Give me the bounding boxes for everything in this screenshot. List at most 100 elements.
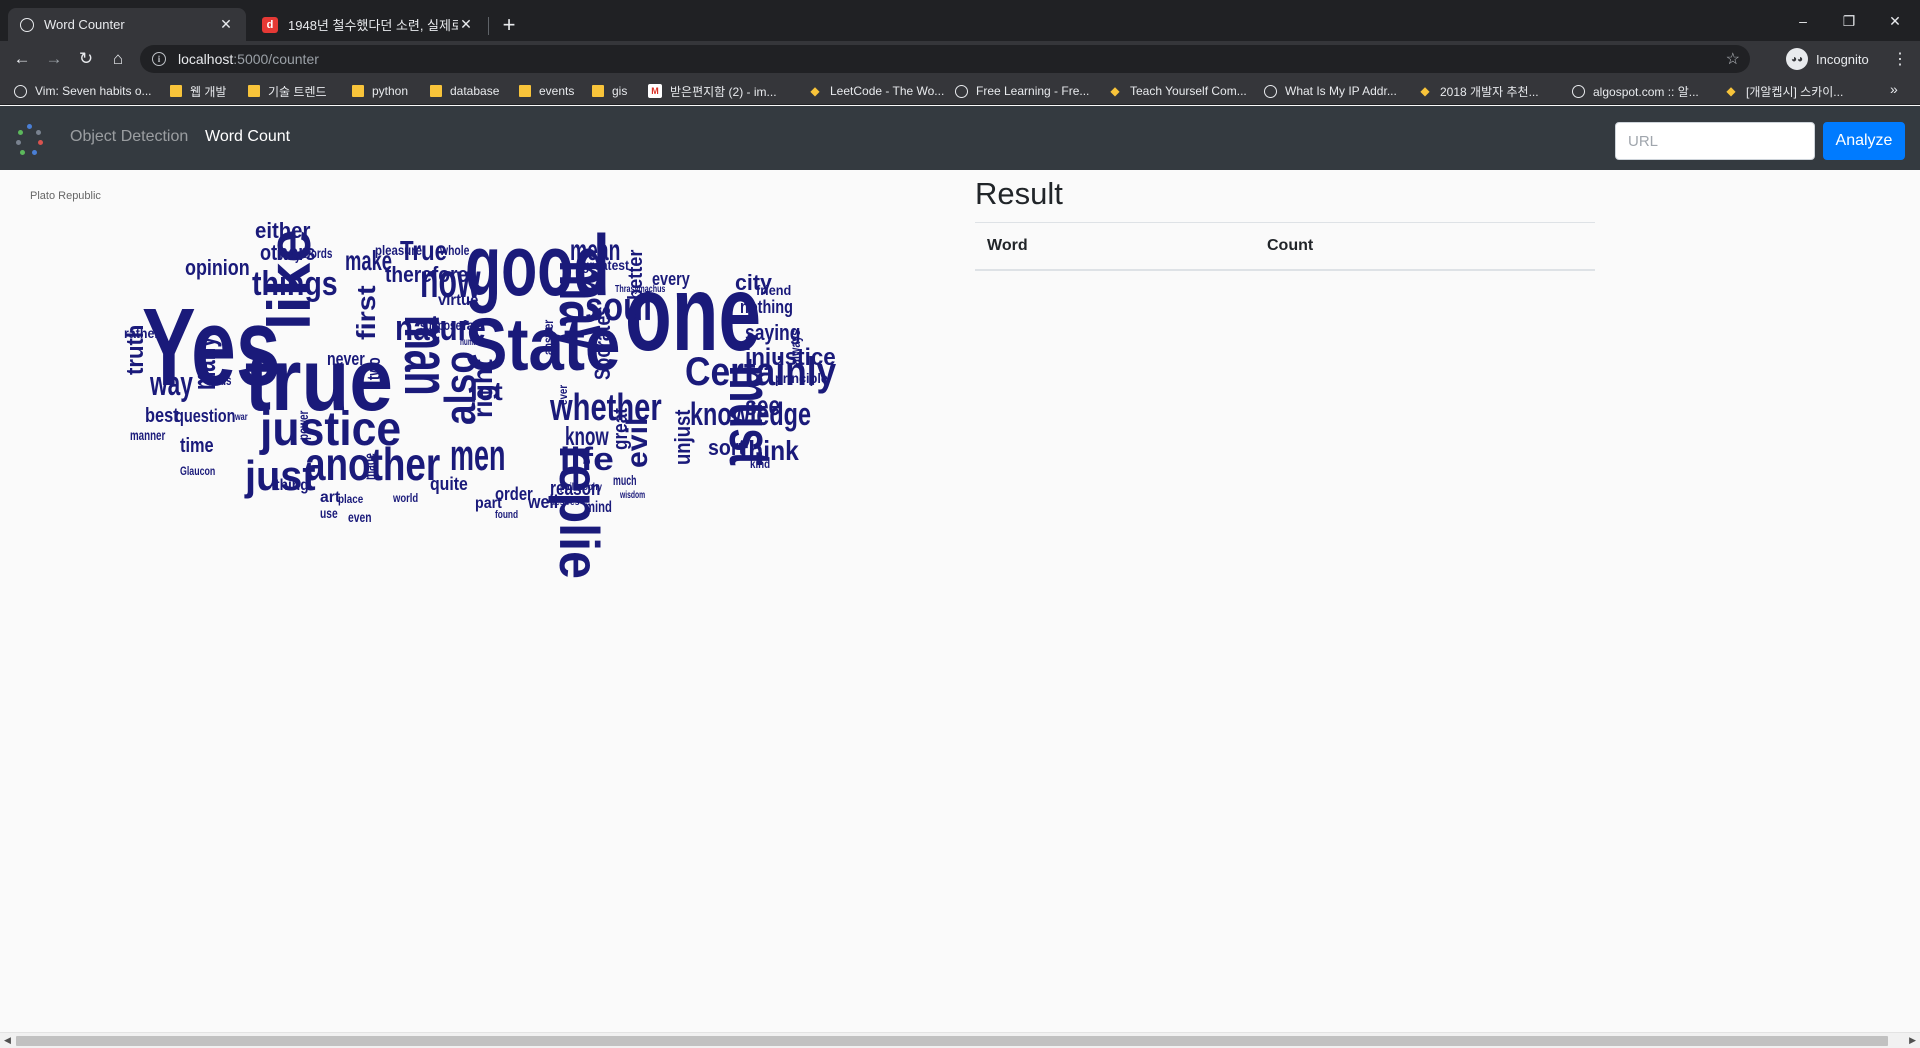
bookmark-item[interactable]: events <box>519 81 574 101</box>
bookmark-label: 웹 개발 <box>190 84 227 99</box>
tab-title: Word Counter <box>44 17 125 32</box>
scrollbar-thumb[interactable] <box>16 1036 1888 1046</box>
wordcloud-word: pleasure <box>375 242 422 258</box>
forward-arrow-icon[interactable]: → <box>40 45 68 73</box>
wordcloud-word: quite <box>430 474 468 494</box>
bookmark-label: python <box>372 84 409 98</box>
close-window-button[interactable]: ✕ <box>1872 8 1918 34</box>
globe-icon <box>955 84 968 98</box>
bookmark-item[interactable]: 기술 트렌드 <box>248 81 327 101</box>
bookmarks-overflow-icon[interactable]: » <box>1890 81 1898 97</box>
tab-title: 1948년 철수했다던 소련, 실제로 <box>288 18 458 33</box>
globe-icon <box>1264 84 1277 98</box>
wordcloud-word: therefore <box>385 262 468 287</box>
wordcloud-svg: Yesgood onetrue mayStateman mustlike nowrepl… <box>122 218 837 610</box>
bookmark-label: 기술 트렌드 <box>268 84 327 99</box>
wordcloud-word: principle <box>775 370 828 386</box>
result-table: Word Count <box>975 222 1595 271</box>
wordcloud-word: things <box>252 265 338 303</box>
wordcloud-word: gods <box>208 372 232 388</box>
new-tab-button[interactable]: + <box>496 12 522 38</box>
wordcloud-word: nothing <box>740 297 793 317</box>
site-icon: ◆ <box>810 84 820 98</box>
minimize-button[interactable]: – <box>1780 8 1826 34</box>
bookmark-item[interactable]: database <box>430 81 499 101</box>
tab-news[interactable]: d 1948년 철수했다던 소련, 실제로 ✕ <box>250 8 486 41</box>
info-icon[interactable]: i <box>152 52 166 66</box>
bookmark-item[interactable]: ◆ 2018 개발자 추천... <box>1418 81 1539 101</box>
bookmark-item[interactable]: 웹 개발 <box>170 81 226 101</box>
bookmark-item[interactable]: python <box>352 81 408 101</box>
bookmark-item[interactable]: ◆ Teach Yourself Com... <box>1108 81 1247 101</box>
site-icon: ◆ <box>1726 84 1736 98</box>
scroll-right-icon[interactable]: ▶ <box>1909 1035 1916 1046</box>
bookmark-item[interactable]: Vim: Seven habits o... <box>14 81 152 101</box>
url-input[interactable] <box>1615 122 1815 160</box>
close-icon[interactable]: ✕ <box>218 16 234 33</box>
bookmark-item[interactable]: ◆ LeetCode - The Wo... <box>808 81 944 101</box>
bookmark-label: What Is My IP Addr... <box>1285 84 1397 98</box>
result-title: Result <box>975 176 1063 211</box>
bookmark-item[interactable]: M 받은편지함 (2) - im... <box>648 81 777 101</box>
wordcloud-word: power <box>295 410 311 440</box>
bookmark-label: gis <box>612 84 628 98</box>
bookmark-item[interactable]: Free Learning - Fre... <box>955 81 1089 101</box>
brand-logo-icon[interactable] <box>14 124 46 156</box>
nav-object-detection[interactable]: Object Detection <box>70 128 188 146</box>
bookmark-label: Teach Yourself Com... <box>1130 84 1247 98</box>
wordcloud-word: manner <box>130 427 166 443</box>
bookmark-item[interactable]: ◆ [개알켑시] 스카이... <box>1724 81 1843 101</box>
globe-icon <box>20 17 34 32</box>
address-bar[interactable]: i localhost:5000/counter ☆ <box>140 45 1750 73</box>
wordcloud-word: always <box>787 330 803 365</box>
wordcloud-word: two <box>364 357 384 380</box>
wordcloud-word: great <box>610 408 632 450</box>
bookmark-item[interactable]: What Is My IP Addr... <box>1264 81 1397 101</box>
bookmark-star-icon[interactable]: ☆ <box>1726 49 1740 69</box>
bookmark-label: Vim: Seven habits o... <box>35 84 152 98</box>
column-header-count: Count <box>1255 222 1595 271</box>
tab-word-counter[interactable]: Word Counter ✕ <box>8 8 246 41</box>
bookmark-label: algospot.com :: 알... <box>1593 84 1699 99</box>
back-arrow-icon[interactable]: ← <box>8 45 36 73</box>
scroll-left-icon[interactable]: ◀ <box>4 1035 11 1046</box>
restore-button[interactable]: ❐ <box>1826 8 1872 34</box>
horizontal-scrollbar[interactable]: ◀ ▶ <box>0 1032 1920 1048</box>
wordcloud-word: Socrates <box>590 306 615 380</box>
bookmark-label: LeetCode - The Wo... <box>830 84 945 98</box>
wordcloud-word: wisdom <box>619 490 645 501</box>
wordcloud-word: see <box>745 390 780 421</box>
wordcloud-word: human <box>460 337 481 348</box>
folder-icon <box>352 85 364 97</box>
wordcloud-word: Thrasymachus <box>615 284 666 295</box>
wordcloud-word: opinion <box>185 255 250 280</box>
home-icon[interactable]: ⌂ <box>104 45 132 73</box>
bookmark-label: 받은편지함 (2) - im... <box>670 84 777 99</box>
wordcloud-word: ever <box>556 385 570 405</box>
close-icon[interactable]: ✕ <box>458 16 474 33</box>
wordcloud-word: philosophy <box>560 482 602 493</box>
analyze-button[interactable]: Analyze <box>1823 122 1905 160</box>
wordcloud-word: suppose <box>420 317 461 333</box>
wordcloud-word: answer <box>540 319 556 355</box>
wordcloud-word: rather <box>124 325 160 341</box>
daum-icon: d <box>262 16 278 33</box>
url-host: localhost <box>178 51 234 67</box>
nav-word-count[interactable]: Word Count <box>205 128 290 146</box>
globe-icon <box>1572 84 1585 98</box>
incognito-indicator[interactable]: ◕◕ Incognito <box>1786 45 1869 73</box>
wordcloud-word: mind <box>585 499 612 516</box>
reload-icon[interactable]: ↻ <box>72 45 100 73</box>
bookmark-label: 2018 개발자 추천... <box>1440 84 1539 99</box>
wordcloud-word: use <box>320 505 338 521</box>
wordcloud-word: first <box>351 285 381 340</box>
menu-kebab-icon[interactable]: ⋮ <box>1890 45 1910 73</box>
folder-icon <box>592 85 604 97</box>
wordcloud-image: Yes good one true may State man must like now repl… <box>70 180 880 610</box>
wordcloud-word: question <box>175 406 235 426</box>
bookmark-item[interactable]: gis <box>592 81 627 101</box>
bookmark-item[interactable]: algospot.com :: 알... <box>1572 81 1699 101</box>
tab-separator <box>488 17 489 35</box>
folder-icon <box>430 85 442 97</box>
gmail-icon: M <box>648 84 662 98</box>
